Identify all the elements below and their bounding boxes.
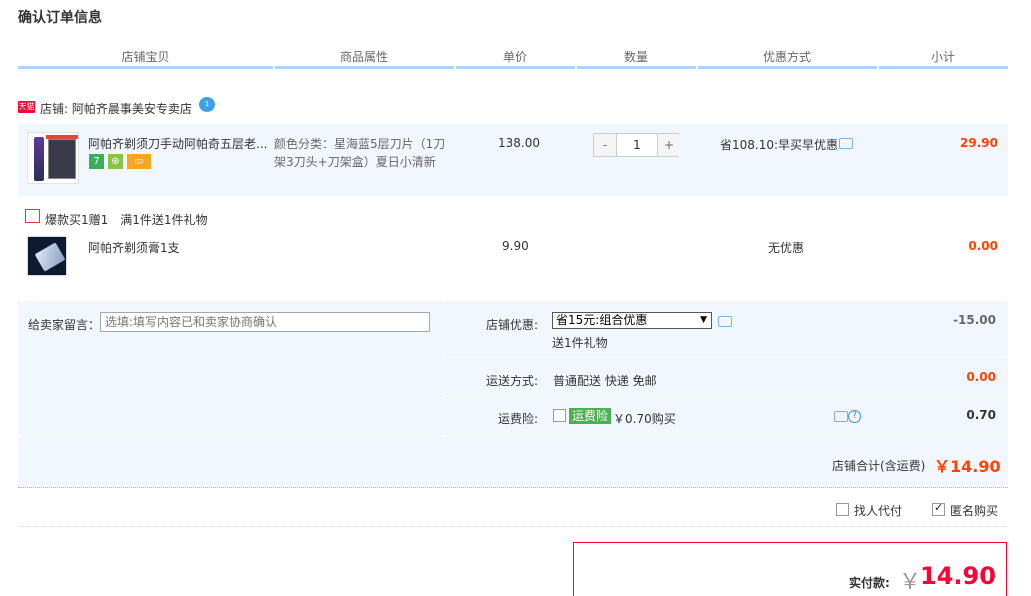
quantity-stepper: - 1 + [593,133,680,157]
credit-card-icon: ▭ [127,154,151,169]
header-underline [18,66,273,69]
header-quantity: 数量 [623,50,648,64]
payment-currency: ￥ [899,570,922,595]
divider [443,396,1008,397]
divider [18,436,1008,437]
help-icon[interactable]: ? [848,410,861,423]
gift-subtotal: 0.00 [968,239,998,253]
shop-discount-label: 店铺优惠: [485,318,538,332]
header-subtotal: 小计 [930,50,955,64]
proxy-pay-label[interactable]: 找人代付 [854,502,902,519]
shop-name[interactable]: 店铺: 阿帕齐晨事美安专卖店 [40,100,192,117]
shipping-method: 普通配送 快递 免邮 [553,374,657,388]
header-underline [275,66,454,69]
gift-thumbnail[interactable] [27,236,67,276]
shop-total-label: 店铺合计(含运费) [832,459,926,473]
shipping-amount: 0.00 [966,370,996,384]
chevron-down-icon: ▼ [700,315,707,325]
discount-info-icon[interactable] [718,316,732,327]
header-shop-item: 店铺宝贝 [121,50,170,64]
quantity-decrease-button[interactable]: - [594,134,616,156]
gift-discount: 无优惠 [768,241,805,255]
header-underline [577,66,696,69]
header-underline [698,66,877,69]
anonymous-label[interactable]: 匿名购买 [950,502,998,519]
seller-message-label: 给卖家留言： [28,318,101,332]
payment-amount: 14.90 [920,562,996,590]
seven-day-return-icon: 7 [89,154,104,169]
payment-label: 实付款: [849,576,890,590]
shop-discount-select[interactable]: 省15元:组合优惠 ▼ [552,312,712,329]
divider [18,526,1008,527]
gift-unit-price: 9.90 [502,239,529,253]
anonymous-checkbox[interactable] [932,501,945,516]
tmall-badge: 天猫 [18,101,35,113]
item-thumbnail[interactable] [27,132,79,184]
seller-message-input[interactable] [100,312,430,332]
quantity-input[interactable]: 1 [616,134,658,156]
header-discount: 优惠方式 [762,50,811,64]
discount-info-icon[interactable] [839,138,853,149]
page-title: 确认订单信息 [18,10,102,26]
insurance-label: 运费险: [497,412,538,426]
insurance-checkbox[interactable] [553,409,566,422]
wangwang-chat-icon[interactable]: 1 [199,97,215,112]
item-name-link[interactable]: 阿帕齐剃须刀手动阿帕奇五层老... [88,135,268,152]
insurance-price: ￥0.70购买 [613,412,676,426]
proxy-pay-checkbox[interactable] [836,503,849,516]
item-subtotal: 29.90 [960,136,998,150]
shipping-label: 运送方式: [485,374,538,388]
divider [443,301,444,436]
header-underline [456,66,575,69]
shop-discount-note: 送1件礼物 [552,336,608,350]
divider [18,487,1008,488]
shop-discount-selected: 省15元:组合优惠 [556,313,648,327]
item-discount: 省108.10:早买早优惠 [720,138,839,152]
header-attributes: 商品属性 [339,50,388,64]
insurance-info-icon[interactable] [834,411,848,422]
gift-item-name[interactable]: 阿帕齐剃须膏1支 [88,239,180,256]
header-unit-price: 单价 [502,50,527,64]
shop-total-amount: ￥14.90 [934,457,1001,476]
gift-promo-header: 爆款买1赠1 满1件送1件礼物 [45,213,208,227]
gift-icon [25,209,40,223]
header-underline [879,66,1008,69]
insurance-amount: 0.70 [966,408,996,422]
item-attributes: 颜色分类：星海蓝5层刀片（1刀架3刀头+刀架盒）夏日小清新 [274,137,446,169]
divider [443,357,1008,358]
guarantee-icon: ⊕ [108,154,123,169]
quantity-increase-button[interactable]: + [658,134,680,156]
item-unit-price: 138.00 [498,136,540,150]
insurance-tag: 运费险 [569,408,612,424]
shop-discount-amount: -15.00 [953,313,996,327]
